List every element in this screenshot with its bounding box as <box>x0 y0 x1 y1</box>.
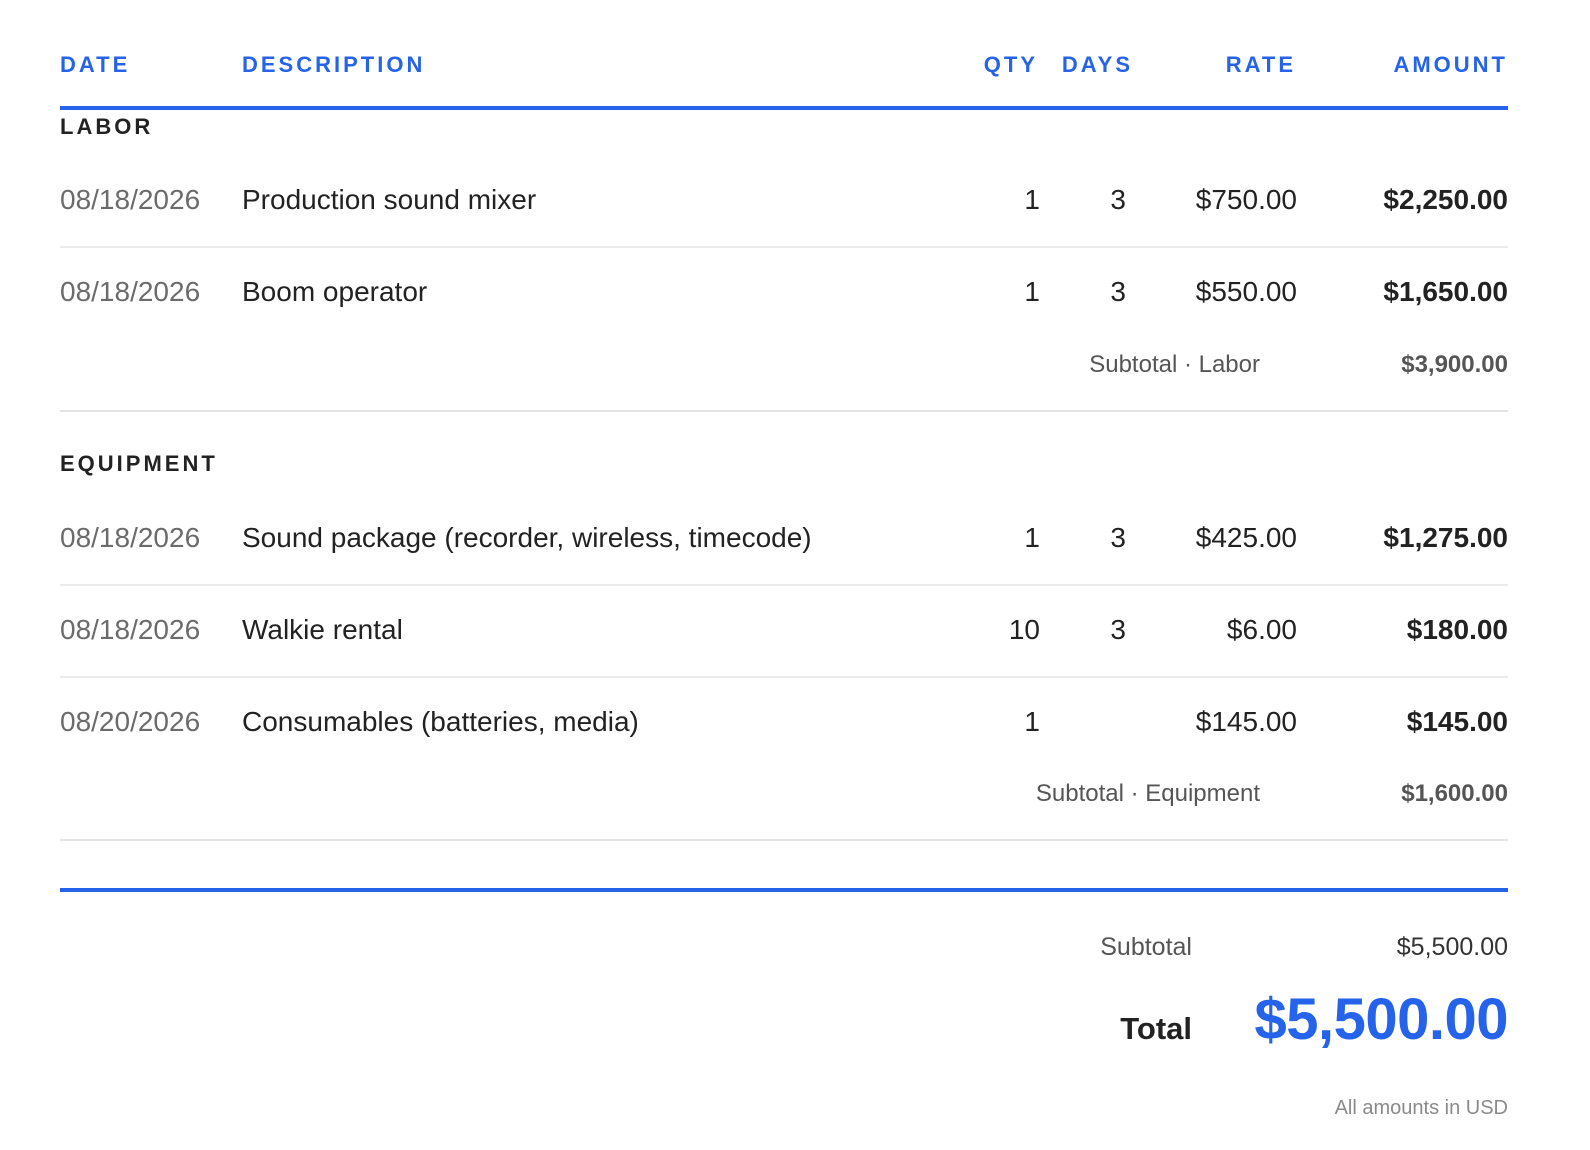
grand-subtotal-value: $5,500.00 <box>1396 933 1508 961</box>
subtotal-row-equipment: Subtotal · Equipment $1,600.00 <box>60 768 1508 841</box>
subtotal-value: $3,900.00 <box>1401 351 1508 378</box>
row-amount: $1,650.00 <box>1383 276 1508 307</box>
row-rate: $6.00 <box>1226 614 1297 645</box>
table-row: 08/18/2026 Boom operator 1 3 $550.00 $1,… <box>60 246 1508 338</box>
subtotal-label: Subtotal · Equipment <box>1035 780 1260 807</box>
row-days: 3 <box>1110 184 1126 215</box>
subtotal-label: Subtotal · Labor <box>1089 351 1260 378</box>
row-rate: $550.00 <box>1195 276 1297 307</box>
total-label: Total <box>1120 1011 1192 1046</box>
column-header-qty: QTY <box>983 52 1038 77</box>
row-days: 3 <box>1110 614 1126 645</box>
row-description: Walkie rental <box>242 614 403 645</box>
column-header-amount: AMOUNT <box>1393 52 1508 77</box>
row-days: 3 <box>1110 276 1126 307</box>
row-amount: $145.00 <box>1406 706 1508 737</box>
row-date: 08/18/2026 <box>60 522 201 553</box>
row-rate: $145.00 <box>1195 706 1297 737</box>
table-header: DATE DESCRIPTION QTY DAYS RATE AMOUNT <box>60 40 1508 110</box>
row-qty: 1 <box>1024 184 1040 215</box>
column-header-date: DATE <box>60 52 131 77</box>
row-qty: 1 <box>1024 522 1040 553</box>
row-amount: $180.00 <box>1406 614 1508 645</box>
row-rate: $750.00 <box>1195 184 1297 215</box>
section-title-equipment: EQUIPMENT <box>60 451 218 476</box>
row-description: Consumables (batteries, media) <box>242 706 639 737</box>
section-title-labor: LABOR <box>60 114 154 139</box>
column-header-rate: RATE <box>1225 52 1296 77</box>
table-row: 08/18/2026 Walkie rental 10 3 $6.00 $180… <box>60 584 1508 678</box>
subtotal-row-labor: Subtotal · Labor $3,900.00 <box>60 338 1508 412</box>
row-date: 08/18/2026 <box>60 614 201 645</box>
totals-divider <box>60 888 1508 892</box>
row-amount: $1,275.00 <box>1383 522 1508 553</box>
row-qty: 1 <box>1024 706 1040 737</box>
row-date: 08/18/2026 <box>60 184 201 215</box>
table-row: 08/18/2026 Production sound mixer 1 3 $7… <box>60 154 1508 248</box>
column-header-description: DESCRIPTION <box>242 52 426 77</box>
table-row: 08/18/2026 Sound package (recorder, wire… <box>60 492 1508 586</box>
row-date: 08/18/2026 <box>60 276 201 307</box>
row-description: Production sound mixer <box>242 184 537 215</box>
row-rate: $425.00 <box>1195 522 1297 553</box>
row-description: Boom operator <box>242 276 428 307</box>
row-amount: $2,250.00 <box>1383 184 1508 215</box>
row-description: Sound package (recorder, wireless, timec… <box>242 522 812 553</box>
total-value: $5,500.00 <box>1254 987 1508 1052</box>
subtotal-value: $1,600.00 <box>1401 780 1508 807</box>
invoice-line-items: DATE DESCRIPTION QTY DAYS RATE AMOUNT LA… <box>60 0 1508 1150</box>
row-qty: 1 <box>1024 276 1040 307</box>
row-date: 08/20/2026 <box>60 706 201 737</box>
grand-subtotal-label: Subtotal <box>1100 933 1192 961</box>
column-header-days: DAYS <box>1061 52 1133 77</box>
table-row: 08/20/2026 Consumables (batteries, media… <box>60 676 1508 768</box>
row-qty: 10 <box>1008 614 1040 645</box>
row-days: 3 <box>1110 522 1126 553</box>
currency-footnote: All amounts in USD <box>1334 1097 1508 1119</box>
